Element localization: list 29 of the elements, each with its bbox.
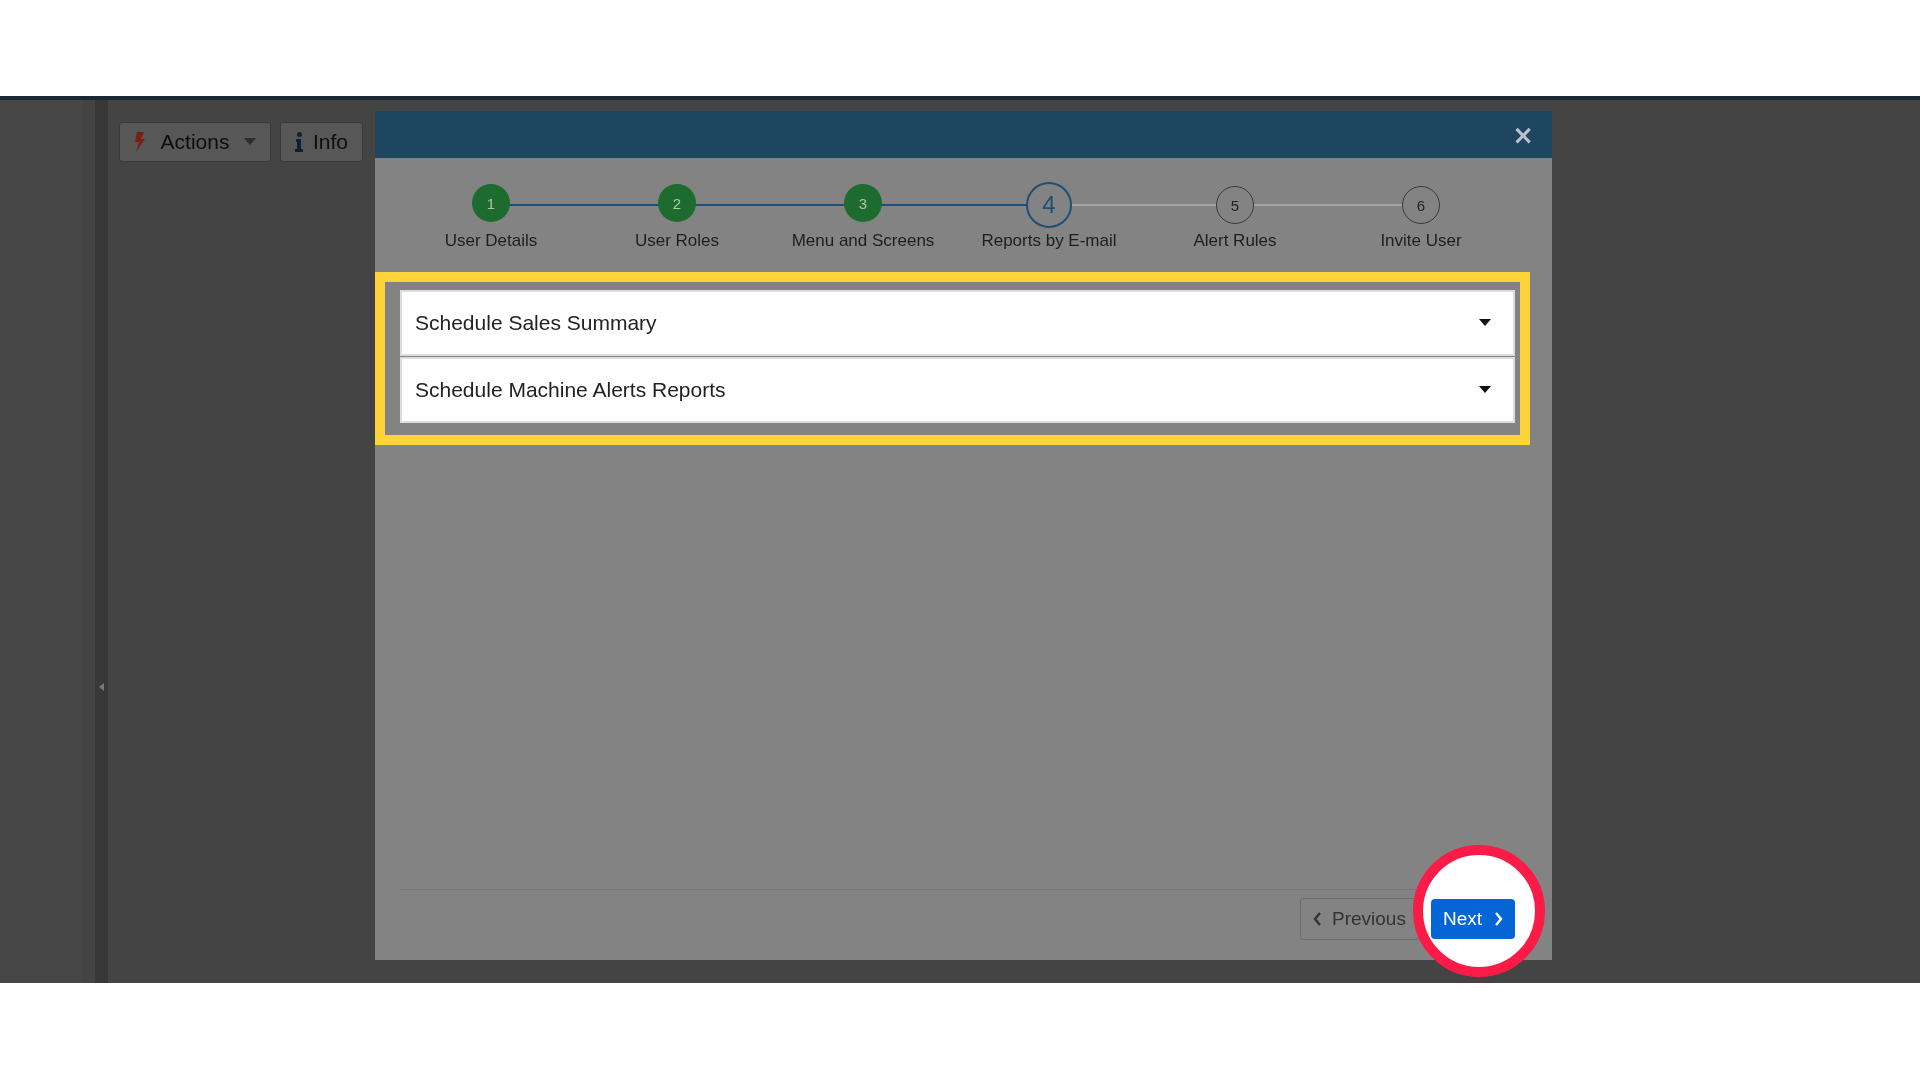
caret-icon [1479,319,1491,327]
caret-icon [244,138,256,146]
next-button[interactable]: Next [1430,899,1515,939]
step-indicator[interactable]: 5 [1216,186,1254,224]
lightning-icon [134,132,146,152]
step-label: User Roles [634,231,720,251]
step-label: Invite User [1380,231,1462,251]
info-button[interactable]: Info [280,122,364,162]
collapse-arrow-icon[interactable] [99,683,104,691]
step-label: Menu and Screens [791,231,935,251]
section-title: Schedule Machine Alerts Reports [415,378,726,402]
caret-icon [1479,386,1491,394]
step-indicator[interactable]: 6 [1402,186,1440,224]
step-indicator[interactable]: 1 [472,184,510,222]
previous-button[interactable]: Previous [1300,898,1419,940]
chevron-right-icon [1494,912,1503,926]
step-indicator[interactable]: 2 [658,184,696,222]
accordion-header[interactable]: Schedule Sales Summary [400,290,1515,356]
close-button[interactable]: × [1512,119,1534,150]
step-label: Reports by E-mail [981,231,1117,251]
section-title: Schedule Sales Summary [415,311,657,335]
step-indicator[interactable]: 3 [844,184,882,222]
step-label: User Details [444,231,538,251]
actions-button[interactable]: Actions [119,122,271,162]
step-label: Alert Rules [1193,231,1277,251]
step-indicator[interactable]: 4 [1026,182,1072,228]
chevron-left-icon [1313,912,1322,926]
accordion-header[interactable]: Schedule Machine Alerts Reports [400,357,1515,423]
info-icon [295,132,303,152]
